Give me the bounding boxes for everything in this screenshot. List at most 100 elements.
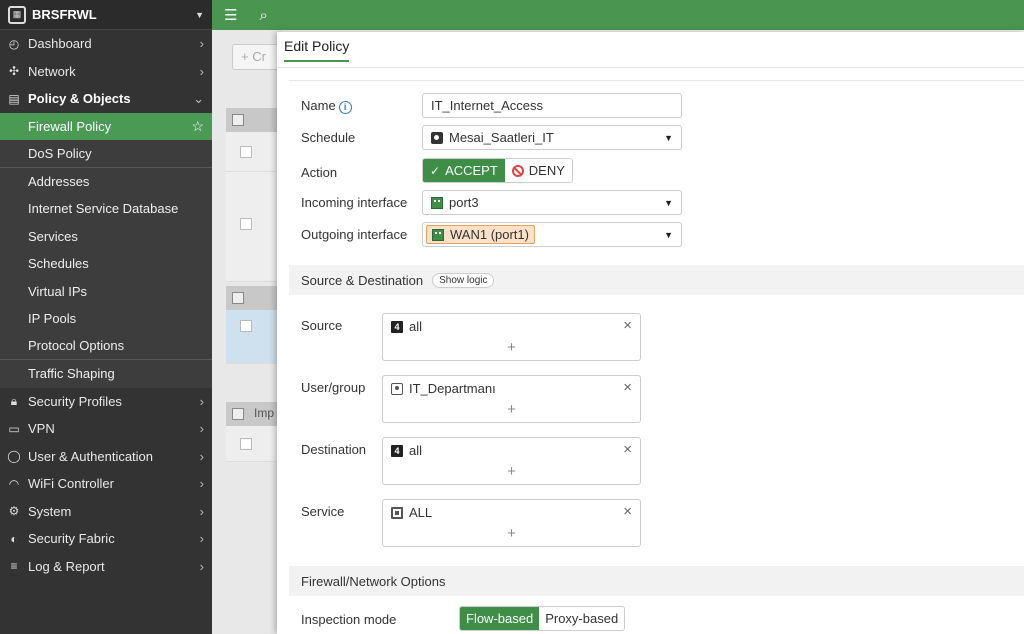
outgoing-interface-label: Outgoing interface xyxy=(301,227,408,242)
source-value: all xyxy=(409,319,423,334)
incoming-interface-label: Incoming interface xyxy=(301,195,408,210)
sidebar-sub-ip-pools[interactable]: IP Pools xyxy=(0,305,212,333)
chevron-right-icon: › xyxy=(199,476,204,492)
sidebar-item-policy-objects[interactable]: ▤ Policy & Objects ⌄ xyxy=(0,85,212,113)
chevron-right-icon: › xyxy=(199,36,204,52)
wan-chip: WAN1 (port1) xyxy=(426,225,535,244)
schedule-select[interactable]: Mesai_Saatleri_IT ▼ xyxy=(422,125,682,150)
sidebar-item-dashboard[interactable]: ◴ Dashboard › xyxy=(0,30,212,58)
lock-icon: 🔒︎ xyxy=(10,393,18,408)
close-icon[interactable]: × xyxy=(623,317,632,334)
chevron-right-icon: › xyxy=(199,63,204,79)
sidebar-sub-label: IP Pools xyxy=(28,311,77,327)
show-logic-button[interactable]: Show logic xyxy=(432,272,495,288)
name-input[interactable] xyxy=(422,93,682,118)
user-group-entry: IT_Departmanı xyxy=(391,381,496,396)
destination-field[interactable]: 4 all × + xyxy=(382,437,641,485)
service-value: ALL xyxy=(409,505,433,520)
user-group-field[interactable]: IT_Departmanı × + xyxy=(382,375,641,423)
top-bar: ☰ ⌕ xyxy=(212,0,1024,30)
checkmark-icon: ✓ xyxy=(430,163,441,178)
add-icon[interactable]: + xyxy=(383,401,640,418)
row-checkbox[interactable] xyxy=(240,146,252,158)
add-icon[interactable]: + xyxy=(383,525,640,542)
service-icon xyxy=(391,506,403,519)
sidebar-item-log-report[interactable]: ≡ Log & Report › xyxy=(0,553,212,581)
add-icon[interactable]: + xyxy=(383,463,640,480)
hamburger-menu-icon[interactable]: ☰ xyxy=(224,6,237,24)
close-icon[interactable]: × xyxy=(623,503,632,520)
sidebar-item-network[interactable]: ✣ Network › xyxy=(0,58,212,86)
schedule-value: Mesai_Saatleri_IT xyxy=(449,130,554,145)
deny-button[interactable]: DENY xyxy=(504,159,572,182)
action-label: Action xyxy=(301,165,338,180)
gear-icon: ⚙ xyxy=(8,504,20,519)
user-group-icon xyxy=(391,382,403,395)
service-field[interactable]: ALL × + xyxy=(382,499,641,547)
destination-label: Destination xyxy=(301,442,367,457)
collapse-icon[interactable] xyxy=(232,114,244,126)
service-entry: ALL xyxy=(391,505,432,520)
row-checkbox[interactable] xyxy=(240,320,252,332)
inspection-mode-toggle: Flow-based Proxy-based xyxy=(459,606,626,631)
sidebar: ▦ BRSFRWL ▼ ◴ Dashboard › ✣ Network › ▤ … xyxy=(0,0,212,634)
user-group-label: User/group xyxy=(301,380,366,395)
star-icon[interactable]: ☆ xyxy=(191,118,204,135)
outgoing-interface-select[interactable]: WAN1 (port1) ▼ xyxy=(422,222,682,247)
row-checkbox[interactable] xyxy=(240,218,252,230)
sidebar-sub-schedules[interactable]: Schedules xyxy=(0,250,212,278)
add-icon[interactable]: + xyxy=(383,339,640,356)
name-label-text: Name xyxy=(301,98,336,113)
sidebar-item-vpn[interactable]: ▭ VPN › xyxy=(0,415,212,443)
schedule-label: Schedule xyxy=(301,130,356,145)
address-icon: 4 xyxy=(391,320,403,333)
row-checkbox[interactable] xyxy=(240,438,252,450)
policy-submenu: Firewall Policy ☆ DoS Policy Addresses I… xyxy=(0,112,212,388)
sidebar-item-label: WiFi Controller xyxy=(28,476,114,492)
source-field[interactable]: 4 all × + xyxy=(382,313,641,361)
sidebar-item-security-fabric[interactable]: ◐ Security Fabric › xyxy=(0,525,212,553)
sidebar-sub-label: Internet Service Database xyxy=(28,201,179,217)
close-icon[interactable]: × xyxy=(623,379,632,396)
sidebar-sub-addresses[interactable]: Addresses xyxy=(0,168,212,196)
sidebar-item-label: Policy & Objects xyxy=(28,91,131,107)
proxy-based-button[interactable]: Proxy-based xyxy=(539,607,625,630)
sidebar-sub-internet-service-database[interactable]: Internet Service Database xyxy=(0,195,212,223)
sidebar-sub-protocol-options[interactable]: Protocol Options xyxy=(0,333,212,360)
close-icon[interactable]: × xyxy=(623,441,632,458)
sidebar-sub-firewall-policy[interactable]: Firewall Policy ☆ xyxy=(0,112,212,140)
sidebar-sub-virtual-ips[interactable]: Virtual IPs xyxy=(0,278,212,306)
sidebar-sub-traffic-shaping[interactable]: Traffic Shaping xyxy=(0,360,212,388)
collapse-icon[interactable] xyxy=(232,292,244,304)
accept-label: ACCEPT xyxy=(445,163,498,178)
sidebar-item-system[interactable]: ⚙ System › xyxy=(0,498,212,526)
sidebar-sub-dos-policy[interactable]: DoS Policy xyxy=(0,140,212,168)
address-icon: 4 xyxy=(391,444,403,457)
accept-button[interactable]: ✓ ACCEPT xyxy=(423,159,505,182)
sidebar-sub-services[interactable]: Services xyxy=(0,223,212,251)
incoming-interface-select[interactable]: port3 ▼ xyxy=(422,190,682,215)
section-firewall-network-options: Firewall/Network Options xyxy=(289,566,1024,596)
service-label: Service xyxy=(301,504,345,519)
sidebar-item-wifi-controller[interactable]: ◠ WiFi Controller › xyxy=(0,470,212,498)
device-icon: ▦ xyxy=(8,5,26,24)
sidebar-item-security-profiles[interactable]: 🔒︎ Security Profiles › xyxy=(0,388,212,416)
section-source-destination: Source & Destination Show logic xyxy=(289,265,1024,295)
sidebar-item-user-authentication[interactable]: ◯ User & Authentication › xyxy=(0,443,212,471)
search-icon[interactable]: ⌕ xyxy=(259,7,267,24)
source-label: Source xyxy=(301,318,343,333)
fabric-icon: ◐ xyxy=(10,531,18,546)
info-icon[interactable]: i xyxy=(338,101,352,114)
collapse-icon[interactable] xyxy=(232,408,244,420)
network-icon: ✣ xyxy=(8,64,20,79)
flow-based-button[interactable]: Flow-based xyxy=(460,607,540,630)
action-toggle: ✓ ACCEPT DENY xyxy=(422,158,573,183)
sidebar-item-label: System xyxy=(28,503,72,519)
destination-entry: 4 all xyxy=(391,443,422,458)
device-selector[interactable]: ▦ BRSFRWL ▼ xyxy=(0,0,212,30)
log-icon: ≡ xyxy=(10,559,18,574)
sidebar-sub-label: Schedules xyxy=(28,256,89,272)
chevron-right-icon: › xyxy=(199,558,204,574)
sidebar-item-label: Network xyxy=(28,63,76,79)
section-title: Firewall/Network Options xyxy=(301,573,446,589)
